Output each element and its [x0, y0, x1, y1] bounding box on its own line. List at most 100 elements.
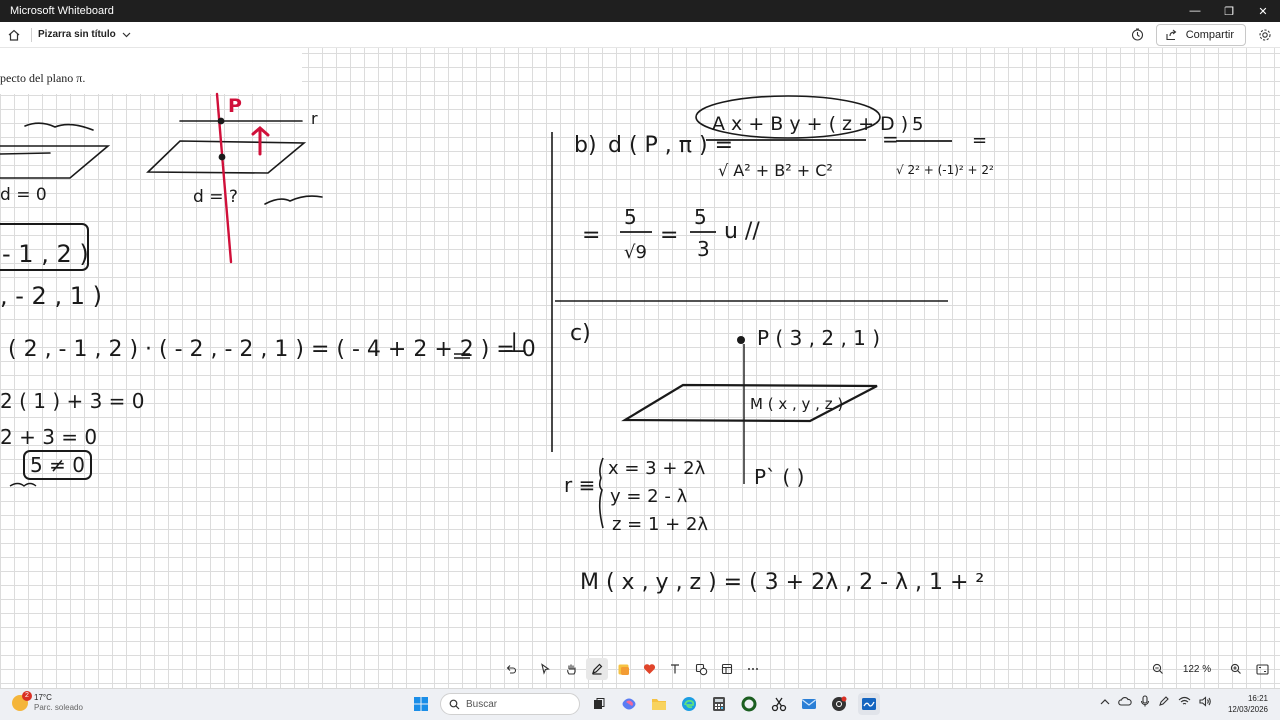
timer-icon	[1132, 28, 1144, 41]
app-header: Pizarra sin título Compartir	[0, 22, 1280, 48]
more-icon	[748, 668, 758, 670]
restore-button[interactable]: ❐	[1212, 0, 1246, 22]
m-expression: M ( x , y , z ) = ( 3 + 2λ , 2 - λ , 1 +…	[580, 570, 984, 595]
perpendicular-symbol: ⊥	[502, 326, 526, 359]
taskbar-app-edge[interactable]	[678, 693, 700, 715]
search-placeholder: Buscar	[466, 698, 498, 710]
shapes-icon	[695, 663, 707, 675]
left-plane-sketch	[0, 122, 111, 179]
start-button[interactable]	[410, 693, 432, 715]
pen-tool[interactable]	[586, 658, 608, 680]
cursor-icon	[541, 663, 550, 675]
select-tool[interactable]	[534, 658, 556, 680]
taskbar-app-o[interactable]	[738, 693, 760, 715]
title-bar: Microsoft Whiteboard — ❐ ✕	[0, 0, 1280, 22]
taskbar-app-copilot[interactable]	[618, 693, 640, 715]
weather-temp: 17°C	[34, 693, 52, 702]
scissors-icon	[771, 697, 787, 712]
microphone-icon[interactable]	[1140, 695, 1150, 707]
result-equals: =	[582, 223, 600, 248]
pen-icon	[592, 663, 603, 675]
taskbar-apps: Buscar	[410, 693, 880, 715]
result-denominator: √9	[624, 242, 647, 263]
substituted-numerator: 5	[912, 114, 923, 135]
zoom-level[interactable]: 122 %	[1174, 664, 1220, 675]
clock-time: 16:21	[1247, 694, 1268, 703]
chevron-up-icon[interactable]	[1100, 698, 1110, 705]
pen-menu-icon[interactable]	[1158, 695, 1170, 707]
share-button[interactable]: Compartir	[1155, 23, 1246, 46]
undo-icon	[506, 665, 517, 674]
fit-screen-icon	[1255, 663, 1269, 675]
edge-icon	[682, 697, 696, 711]
taskbar-search[interactable]: Buscar	[440, 693, 580, 715]
reactions-tool[interactable]	[638, 658, 660, 680]
zoom-controls: 122 %	[1148, 657, 1272, 681]
home-button[interactable]	[1, 22, 27, 48]
fit-screen-button[interactable]	[1252, 658, 1272, 680]
home-icon	[8, 29, 20, 41]
search-icon	[449, 699, 460, 709]
more-tools-button[interactable]	[742, 658, 764, 680]
part-b-label: b)	[574, 133, 597, 158]
zoom-out-icon	[1152, 663, 1163, 674]
whiteboard-canvas[interactable]: pecto del plano π. r P d = 0 d = ? - 1 ,…	[0, 48, 1280, 688]
taskbar-app-file-explorer[interactable]	[648, 693, 670, 715]
zoom-in-button[interactable]	[1226, 658, 1246, 680]
result-box: 5 ≠ 0	[30, 453, 85, 477]
templates-icon	[721, 663, 733, 675]
clock-date: 12/03/2026	[1227, 705, 1268, 714]
point-p-label: P	[228, 95, 242, 117]
copilot-icon	[622, 698, 636, 710]
equals-sign-1: =	[882, 127, 899, 151]
ink-toolbar	[500, 657, 764, 681]
notification-badge: 2	[22, 691, 32, 701]
system-brace	[598, 457, 604, 529]
wifi-icon[interactable]	[1178, 696, 1191, 706]
result-denominator-2: 3	[697, 237, 710, 261]
taskbar-app-whiteboard[interactable]	[858, 693, 880, 715]
shapes-tool[interactable]	[690, 658, 712, 680]
point-p-prime: P` ( )	[754, 465, 804, 489]
taskbar-app-chrome[interactable]	[828, 693, 850, 715]
circle-o-icon	[741, 696, 757, 712]
speaker-icon[interactable]	[1199, 695, 1212, 707]
task-view-icon	[594, 698, 605, 709]
taskbar-app-calculator[interactable]	[708, 693, 730, 715]
taskbar-clock[interactable]: 16:21 12/03/2026	[1224, 693, 1268, 715]
weather-widget[interactable]: 2 17°C Parc. soleado	[12, 691, 83, 713]
undo-button[interactable]	[500, 658, 522, 680]
equation-a: 2 ( 1 ) + 3 = 0	[0, 389, 145, 413]
folder-icon	[652, 699, 666, 710]
weather-icon: 2	[12, 691, 32, 711]
board-title-menu[interactable]: Pizarra sin título	[38, 29, 131, 40]
taskbar: 2 17°C Parc. soleado Buscar 16:21 12/03/…	[0, 688, 1280, 720]
settings-button[interactable]	[1254, 24, 1276, 46]
system-tray	[1100, 695, 1212, 707]
templates-tool[interactable]	[716, 658, 738, 680]
distance-formula-lhs: d ( P , π ) =	[608, 133, 733, 158]
param-z: z = 1 + 2λ	[612, 514, 708, 535]
taskbar-app-task-view[interactable]	[588, 693, 610, 715]
sticky-note-tool[interactable]	[612, 658, 634, 680]
text-tool[interactable]	[664, 658, 686, 680]
ink-layer[interactable]: r P d = 0 d = ? - 1 , 2 ) , - 2 , 1 ) ( …	[0, 48, 1280, 688]
minimize-button[interactable]: —	[1178, 0, 1212, 22]
distance-zero-label: d = 0	[0, 185, 47, 205]
gear-icon	[1259, 28, 1271, 41]
equation-b: 2 + 3 = 0	[0, 425, 97, 449]
pan-tool[interactable]	[560, 658, 582, 680]
share-icon	[1166, 29, 1177, 40]
point-p-coords: P ( 3 , 2 , 1 )	[757, 326, 880, 350]
distance-unknown-label: d = ?	[193, 187, 238, 207]
timer-button[interactable]	[1126, 23, 1150, 47]
zoom-out-button[interactable]	[1148, 658, 1168, 680]
taskbar-app-snipping[interactable]	[768, 693, 790, 715]
cloud-icon[interactable]	[1118, 696, 1132, 706]
taskbar-app-mail[interactable]	[798, 693, 820, 715]
squiggle	[9, 482, 37, 487]
close-button[interactable]: ✕	[1246, 0, 1280, 22]
vector-row: , - 2 , 1 )	[0, 282, 102, 310]
formula-numerator: A x + B y + ( z + D )	[712, 113, 908, 135]
substituted-denominator: √ 2² + (-1)² + 2²	[896, 163, 994, 177]
